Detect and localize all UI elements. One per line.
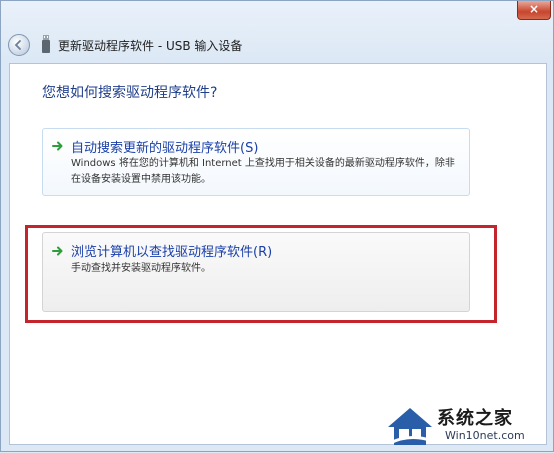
window-title: 更新驱动程序软件 - USB 输入设备 <box>58 39 243 53</box>
auto-search-title: 自动搜索更新的驱动程序软件(S) <box>71 141 259 156</box>
title-bar: × 更新驱动程序软件 - USB 输入设备 <box>1 1 554 63</box>
site-watermark: 系统之家 Win10net.com <box>381 399 554 453</box>
page-heading: 您想如何搜索驱动程序软件? <box>42 85 218 101</box>
red-highlight-box <box>25 225 497 323</box>
back-arrow-icon <box>14 40 21 50</box>
auto-search-description: Windows 将在您的计算机和 Internet 上查找用于相关设备的最新驱动… <box>71 158 455 185</box>
wizard-window: × 更新驱动程序软件 - USB 输入设备 您想如何搜索驱动程序软件? 自动搜索… <box>0 0 554 452</box>
auto-search-option[interactable]: 自动搜索更新的驱动程序软件(S) Windows 将在您的计算机和 Intern… <box>42 128 470 196</box>
watermark-title: 系统之家 <box>437 408 513 429</box>
close-button[interactable]: × <box>517 1 551 20</box>
green-arrow-icon <box>52 141 63 151</box>
house-logo-icon <box>388 408 434 445</box>
back-button[interactable] <box>8 34 30 56</box>
watermark-subtitle: Win10net.com <box>445 429 525 442</box>
usb-device-icon <box>42 35 50 53</box>
